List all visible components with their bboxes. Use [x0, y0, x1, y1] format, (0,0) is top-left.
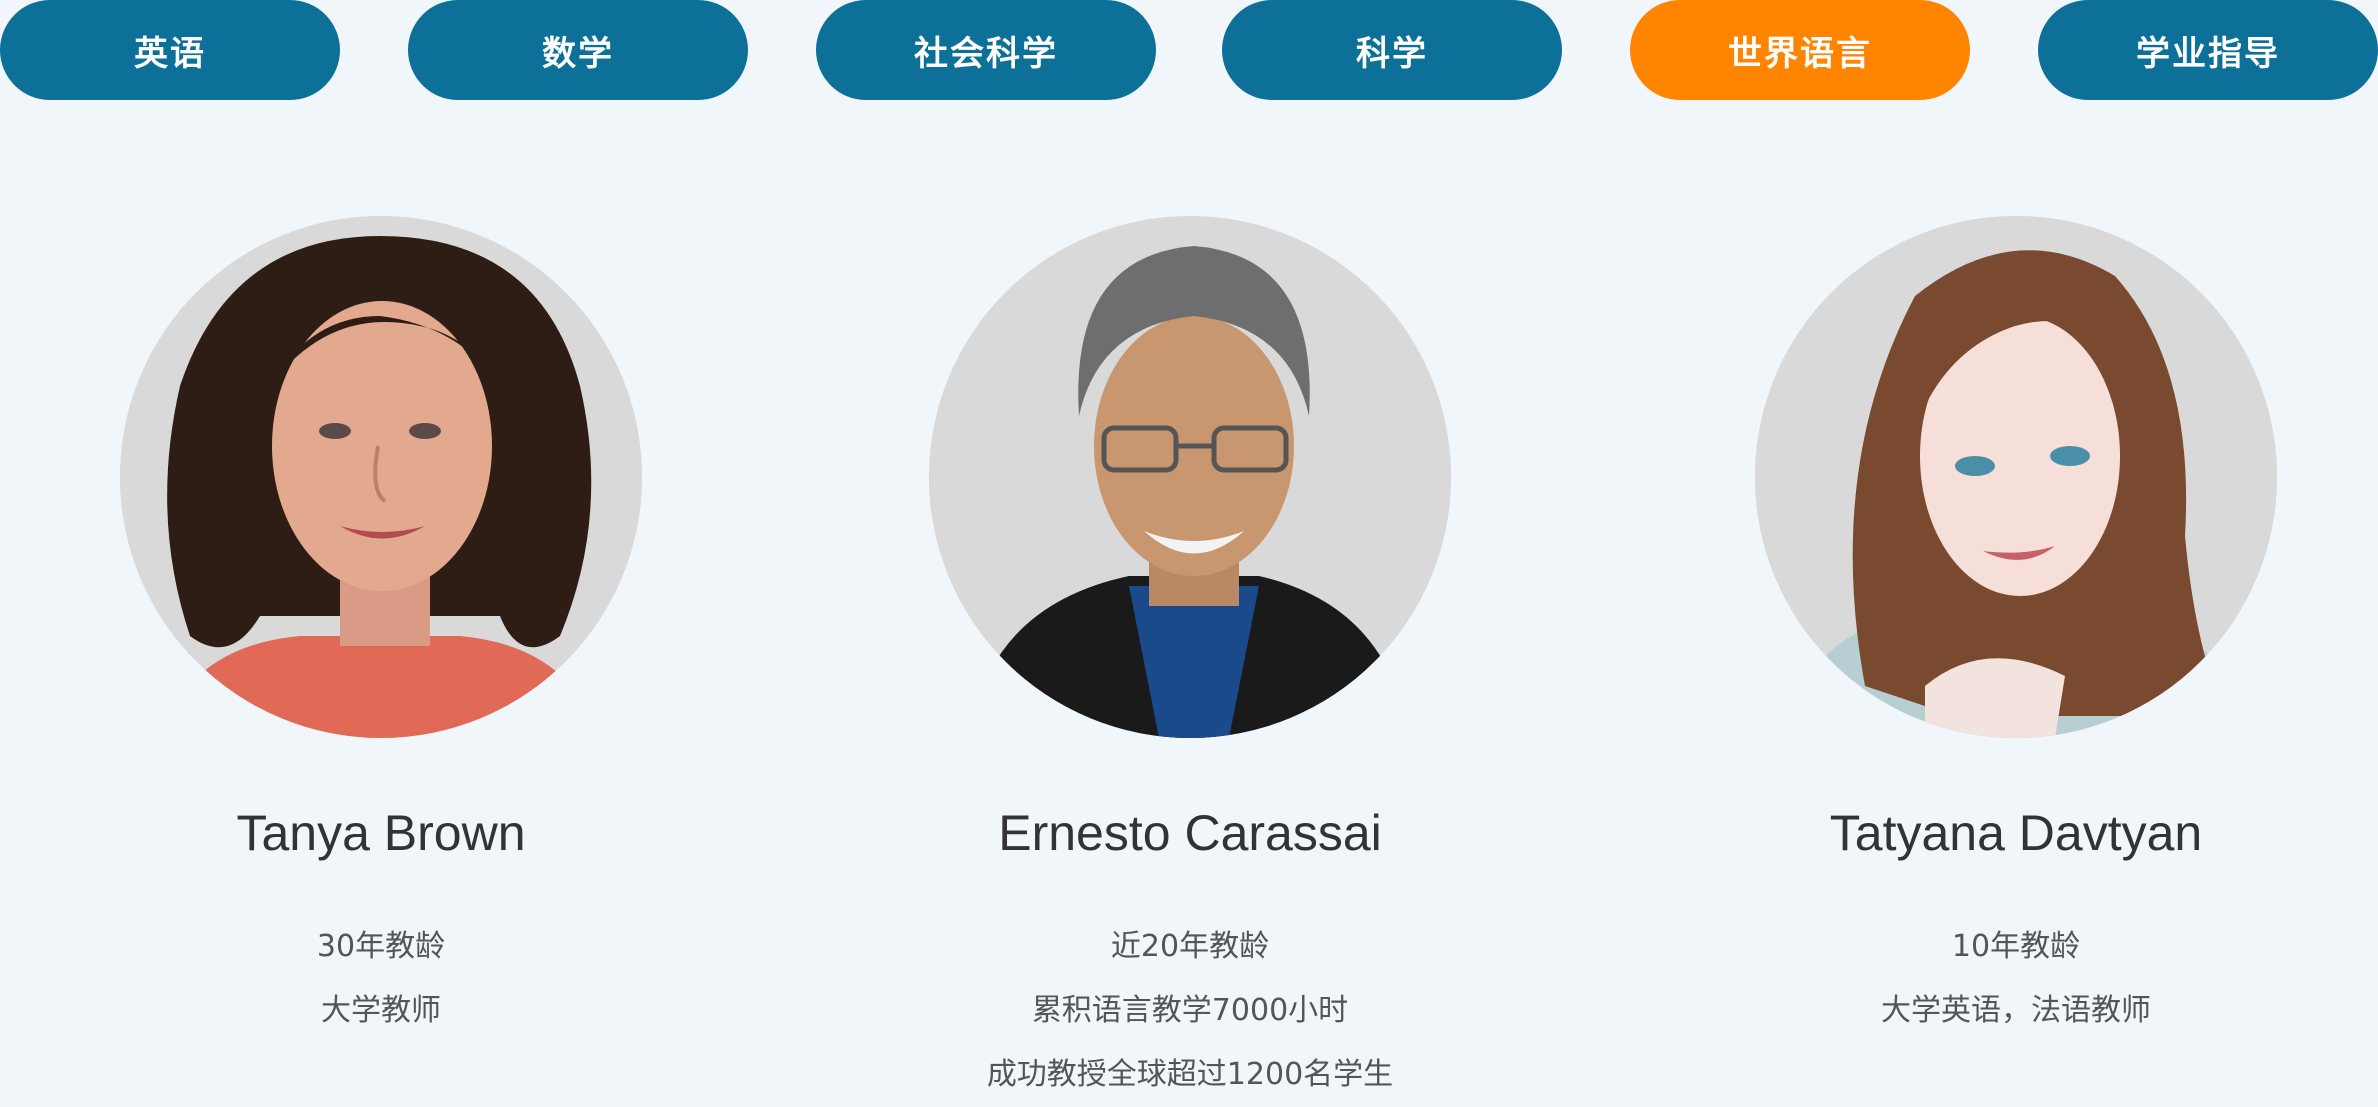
- teacher-details: 10年教龄 大学英语，法语教师: [1606, 915, 2378, 1043]
- teacher-details: 30年教龄 大学教师: [0, 915, 791, 1043]
- teacher-details: 近20年教龄 累积语言教学7000小时 成功教授全球超过1200名学生: [780, 915, 1600, 1107]
- tab-science[interactable]: 科学: [1222, 0, 1562, 100]
- teacher-photo: [120, 216, 642, 738]
- woman-long-hair-portrait-icon: [1755, 216, 2277, 738]
- tab-social-science[interactable]: 社会科学: [816, 0, 1156, 100]
- tab-world-languages[interactable]: 世界语言: [1630, 0, 1970, 100]
- teacher-detail-line: 10年教龄: [1951, 929, 2081, 964]
- teacher-detail-line: 大学英语，法语教师: [1881, 993, 2151, 1028]
- teacher-detail-line: 累积语言教学7000小时: [1031, 993, 1349, 1028]
- tab-math[interactable]: 数学: [408, 0, 748, 100]
- tab-academic-guidance[interactable]: 学业指导: [2038, 0, 2378, 100]
- teacher-detail-line: 30年教龄: [316, 929, 446, 964]
- woman-curly-hair-portrait-icon: [120, 216, 642, 738]
- tab-english[interactable]: 英语: [0, 0, 340, 100]
- teacher-name: Tanya Brown: [236, 805, 526, 861]
- teacher-photo: [1755, 216, 2277, 738]
- teacher-detail-line: 成功教授全球超过1200名学生: [986, 1057, 1394, 1092]
- subject-tab-bar: 英语 数学 社会科学 科学 世界语言 学业指导: [0, 0, 2378, 100]
- teacher-photo: [929, 216, 1451, 738]
- man-glasses-portrait-icon: [929, 216, 1451, 738]
- teacher-detail-line: 大学教师: [321, 993, 441, 1028]
- teacher-name: Tatyana Davtyan: [1829, 805, 2203, 861]
- teacher-detail-line: 近20年教龄: [1110, 929, 1270, 964]
- teacher-name: Ernesto Carassai: [998, 805, 1382, 861]
